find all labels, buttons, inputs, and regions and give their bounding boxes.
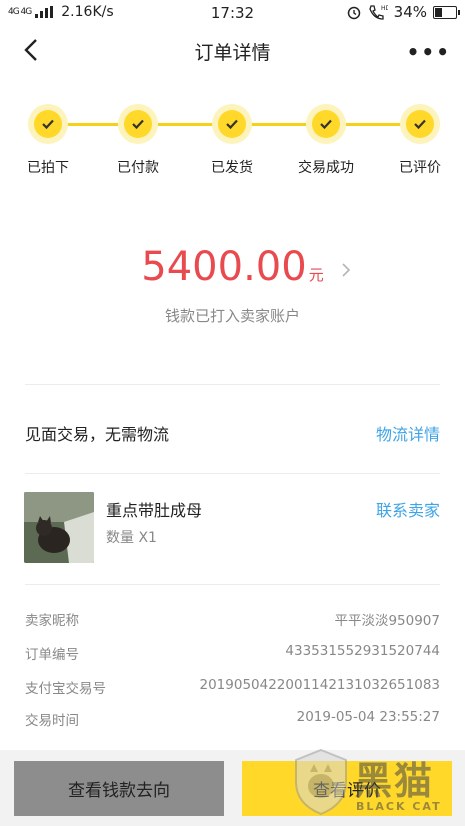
svg-text:HD: HD — [381, 5, 388, 12]
amount-unit: 元 — [308, 266, 324, 284]
info-value: 2019-05-04 23:55:27 — [296, 709, 440, 725]
step-indicator — [118, 104, 158, 144]
step-indicator — [306, 104, 346, 144]
check-icon — [42, 119, 54, 130]
product-name[interactable]: 重点带肚成母 — [106, 497, 202, 521]
alarm-icon — [347, 6, 360, 20]
info-value: 433531552931520744 — [285, 643, 440, 659]
view-funds-button[interactable]: 查看钱款去向 — [14, 761, 224, 816]
amount-value: 5400.00 — [141, 244, 307, 290]
chevron-right-icon[interactable] — [340, 262, 352, 278]
step-indicator — [212, 104, 252, 144]
divider — [25, 384, 440, 385]
step-label: 已发货 — [211, 160, 253, 176]
divider — [25, 473, 440, 474]
battery-icon — [433, 5, 460, 19]
step-label: 已拍下 — [27, 160, 69, 176]
info-label: 交易时间 — [25, 713, 79, 729]
product-thumbnail[interactable] — [24, 492, 94, 563]
battery-percent: 34% — [393, 3, 427, 21]
step-label: 交易成功 — [298, 160, 354, 176]
info-label: 订单编号 — [25, 647, 79, 663]
contact-seller-link[interactable]: 联系卖家 — [376, 497, 440, 521]
check-icon — [132, 119, 144, 130]
divider — [25, 584, 440, 585]
amount-status: 钱款已打入卖家账户 — [164, 307, 300, 325]
more-dots-icon[interactable]: ••• — [407, 40, 451, 64]
info-value: 2019050422001142131032651083 — [199, 677, 441, 693]
hd-call-icon: HD — [368, 5, 388, 20]
nav-bar: 订单详情 ••• — [0, 26, 465, 78]
product-quantity: 数量 X1 — [106, 530, 157, 546]
cat-shield-icon — [295, 748, 347, 816]
step-indicator — [28, 104, 68, 144]
logistics-detail-link[interactable]: 物流详情 — [376, 421, 440, 445]
check-icon — [320, 119, 332, 130]
watermark-text: 黑猫 — [354, 759, 435, 803]
check-icon — [226, 119, 238, 130]
step-indicator — [400, 104, 440, 144]
status-bar: 4G 4G 2.16K/s 17:32 HD 34% — [0, 0, 465, 26]
watermark-logo: 黑猫 BLACK CAT — [292, 744, 462, 824]
step-label: 已付款 — [117, 160, 159, 176]
info-label: 支付宝交易号 — [25, 681, 106, 697]
page-title: 订单详情 — [194, 42, 271, 64]
check-icon — [414, 119, 426, 130]
amount-display[interactable]: 5400.00 元 — [0, 244, 465, 290]
info-value: 平平淡淡950907 — [334, 613, 440, 629]
watermark-subtext: BLACK CAT — [356, 800, 442, 813]
step-label: 已评价 — [399, 160, 441, 176]
delivery-method: 见面交易，无需物流 — [25, 425, 170, 444]
info-label: 卖家昵称 — [25, 613, 79, 629]
order-progress: 已拍下 已付款 已发货 交易成功 已评价 — [0, 90, 465, 190]
